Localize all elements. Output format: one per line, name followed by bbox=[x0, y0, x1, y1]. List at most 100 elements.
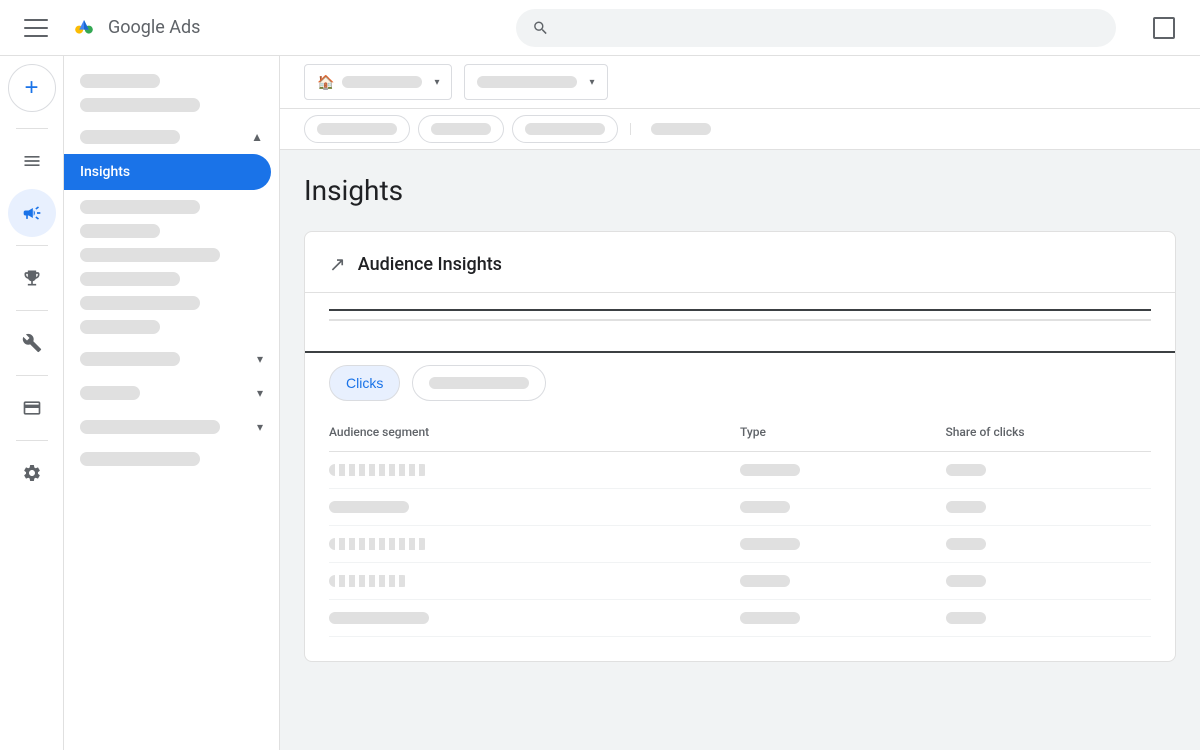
date-range-dropdown[interactable]: ▾ bbox=[464, 64, 607, 100]
divider3 bbox=[16, 310, 48, 311]
settings-button[interactable] bbox=[8, 449, 56, 497]
filter-status-label bbox=[431, 123, 491, 135]
chart-area bbox=[305, 293, 1175, 353]
filter-extra bbox=[651, 123, 711, 135]
content-area: 🏠 ▾ ▾ Insights bbox=[280, 56, 1200, 750]
sidebar-skeleton-item bbox=[80, 272, 180, 286]
clicks-tab[interactable]: Clicks bbox=[329, 365, 400, 401]
sidebar-section-header[interactable]: ▲ bbox=[64, 122, 279, 152]
share-cell bbox=[946, 464, 986, 476]
plus-icon: + bbox=[24, 74, 38, 102]
sidebar-skeleton-item bbox=[80, 296, 200, 310]
search-bar[interactable] bbox=[516, 9, 1116, 47]
sidebar-item-insights[interactable]: Insights bbox=[64, 154, 271, 190]
sidebar-group-header-3[interactable]: ▾ bbox=[64, 412, 279, 442]
segment-cell bbox=[329, 501, 409, 513]
sidebar-group-2: ▾ bbox=[64, 378, 279, 408]
gear-icon bbox=[22, 463, 42, 483]
campaigns-button[interactable] bbox=[8, 189, 56, 237]
menu-button[interactable] bbox=[16, 8, 56, 48]
filter-divider bbox=[630, 123, 631, 135]
sidebar-group-header-1[interactable]: ▾ bbox=[64, 344, 279, 374]
home-icon: 🏠 bbox=[317, 74, 334, 91]
sidebar-icons: + bbox=[0, 56, 64, 750]
audience-table: Audience segment Type Share of clicks bbox=[305, 413, 1175, 661]
tabs-area: Clicks bbox=[305, 353, 1175, 413]
date-range-label bbox=[477, 76, 577, 88]
share-cell bbox=[946, 501, 986, 513]
chart-line-primary bbox=[329, 309, 1151, 311]
chevron-down-icon-1: ▾ bbox=[257, 352, 263, 366]
create-button[interactable]: + bbox=[8, 64, 56, 112]
table-row bbox=[329, 563, 1151, 600]
sidebar-skeleton-item bbox=[80, 98, 200, 112]
page-content: Insights ↗ Audience Insights Clicks bbox=[280, 150, 1200, 750]
credit-card-icon bbox=[22, 398, 42, 418]
col-share-of-clicks: Share of clicks bbox=[946, 421, 1152, 443]
table-row bbox=[329, 526, 1151, 563]
filter-status[interactable] bbox=[418, 115, 504, 143]
goals-button[interactable] bbox=[8, 254, 56, 302]
share-cell bbox=[946, 538, 986, 550]
tools-button[interactable] bbox=[8, 319, 56, 367]
sidebar-navigation: ▲ Insights ▾ ▾ ▾ bbox=[64, 56, 280, 750]
sidebar-skeleton-item bbox=[80, 74, 160, 88]
col-audience-segment: Audience segment bbox=[329, 421, 740, 443]
share-cell bbox=[946, 612, 986, 624]
sidebar-skeleton-item bbox=[80, 248, 220, 262]
sidebar-group-3: ▾ bbox=[64, 412, 279, 442]
billing-button[interactable] bbox=[8, 384, 56, 432]
tools-icon bbox=[22, 333, 42, 353]
filter-more[interactable] bbox=[512, 115, 618, 143]
table-row bbox=[329, 452, 1151, 489]
account-label bbox=[342, 76, 422, 88]
chevron-down-icon-3: ▾ bbox=[257, 420, 263, 434]
sidebar-group-header-2[interactable]: ▾ bbox=[64, 378, 279, 408]
chevron-up-icon: ▲ bbox=[251, 130, 263, 144]
apps-icon bbox=[1153, 17, 1175, 39]
segment-cell bbox=[329, 464, 429, 476]
divider5 bbox=[16, 440, 48, 441]
app-name: Google Ads bbox=[108, 17, 200, 38]
type-cell bbox=[740, 612, 800, 624]
account-dropdown[interactable]: 🏠 ▾ bbox=[304, 64, 452, 100]
google-ads-logo bbox=[68, 12, 100, 44]
sidebar-group-label-3 bbox=[80, 420, 220, 434]
card-title: Audience Insights bbox=[358, 254, 502, 275]
logo-area: Google Ads bbox=[68, 12, 200, 44]
filter-bar bbox=[280, 109, 1200, 150]
list-icon bbox=[22, 151, 42, 171]
apps-button[interactable] bbox=[1144, 8, 1184, 48]
hamburger-icon bbox=[24, 16, 48, 40]
sidebar-group-1: ▾ bbox=[64, 344, 279, 374]
trending-icon: ↗ bbox=[329, 252, 346, 276]
search-input[interactable] bbox=[557, 20, 1100, 36]
divider4 bbox=[16, 375, 48, 376]
filter-all-label bbox=[317, 123, 397, 135]
audience-insights-card: ↗ Audience Insights Clicks bbox=[304, 231, 1176, 662]
sidebar-skeleton-item bbox=[80, 224, 160, 238]
sidebar-skeleton-item bbox=[80, 200, 200, 214]
sidebar-skeleton-item bbox=[80, 320, 160, 334]
sidebar-group-label-1 bbox=[80, 352, 180, 366]
sidebar-section-label bbox=[80, 130, 180, 144]
segment-cell bbox=[329, 538, 429, 550]
divider bbox=[16, 128, 48, 129]
sidebar-nav-button[interactable] bbox=[8, 137, 56, 185]
share-cell bbox=[946, 575, 986, 587]
chevron-down-icon-2: ▾ bbox=[257, 386, 263, 400]
top-navigation: Google Ads bbox=[0, 0, 1200, 56]
filter-all[interactable] bbox=[304, 115, 410, 143]
top-toolbar: 🏠 ▾ ▾ bbox=[280, 56, 1200, 109]
megaphone-icon bbox=[22, 203, 42, 223]
table-header: Audience segment Type Share of clicks bbox=[329, 413, 1151, 452]
segment-cell bbox=[329, 612, 429, 624]
divider2 bbox=[16, 245, 48, 246]
type-cell bbox=[740, 501, 790, 513]
secondary-tab[interactable] bbox=[412, 365, 546, 401]
chart-line-secondary bbox=[329, 319, 1151, 321]
page-title: Insights bbox=[304, 174, 1176, 207]
dropdown-arrow-icon: ▾ bbox=[434, 77, 439, 88]
type-cell bbox=[740, 575, 790, 587]
table-row bbox=[329, 600, 1151, 637]
